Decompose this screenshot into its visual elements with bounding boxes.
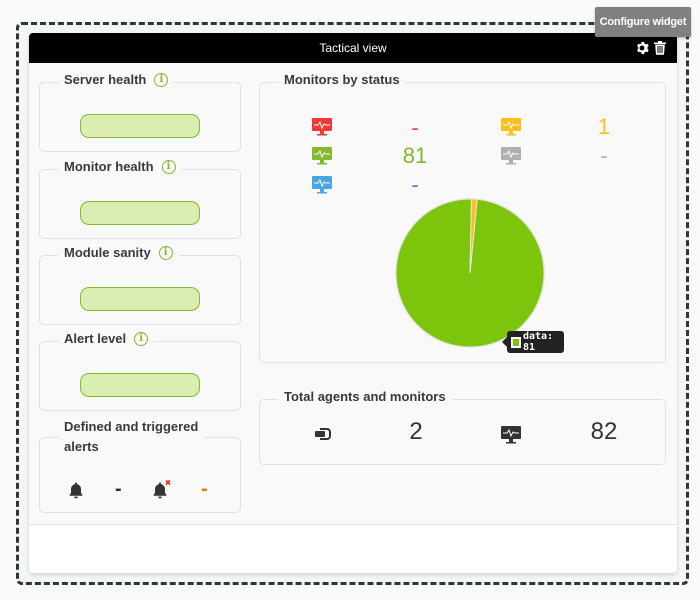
panel-title: Total agents and monitors [284,389,446,404]
monitor-icon [501,426,521,449]
defined-alerts-value: - [115,478,122,500]
tooltip-swatch [511,336,521,348]
panel-title: Alert level [64,331,127,346]
monitor-health-bar [80,201,200,225]
alert-level-bar [80,373,200,397]
panel-title: Monitor health [64,159,154,174]
alerts-panel: Defined and triggered alerts - - [39,418,241,513]
triggered-alerts-value: - [201,478,208,500]
monitors-by-status-panel: Monitors by status - 1 81 - - [259,72,666,363]
panel-title-line1: Defined and triggered [64,419,199,434]
totals-panel: Total agents and monitors 2 82 [259,389,666,465]
agent-icon [313,426,333,447]
alert-level-panel: Alert level i [39,331,241,411]
panel-title: Monitors by status [284,72,400,87]
warning-count: 1 [597,114,611,139]
monitor-health-panel: Monitor health i [39,159,241,239]
triggered-bell-icon [152,479,172,504]
server-health-bar [80,114,200,138]
monitors-pie-chart [395,198,545,348]
pie-tooltip: data: 81 [502,331,564,353]
agents-count: 2 [409,418,423,445]
configure-widget-tooltip: Configure widget [595,7,691,37]
info-icon[interactable]: i [161,159,176,174]
tactical-view-widget: Tactical view Server health i Monitor hea… [29,33,677,573]
normal-count: 81 [402,143,428,168]
panel-title: Server health [64,72,147,87]
widget-body: Server health i Monitor health i Module sa… [29,63,677,525]
trash-icon[interactable] [653,40,667,56]
monitor-warning-icon [501,118,521,141]
module-sanity-panel: Module sanity i [39,245,241,325]
bell-icon [68,482,84,504]
monitors-count: 82 [590,418,618,445]
monitor-unknown-icon [501,147,521,170]
widget-header: Tactical view [29,33,677,63]
panel-title: Module sanity [64,245,151,260]
info-icon[interactable]: i [158,245,173,260]
tooltip-text: data: 81 [522,331,554,353]
widget-title: Tactical view [319,41,387,55]
info-icon[interactable]: i [154,72,169,87]
server-health-panel: Server health i [39,72,241,152]
monitor-critical-icon [312,118,332,141]
unknown-count: - [600,143,608,168]
panel-title-line2: alerts [64,439,99,454]
monitor-normal-icon [312,147,332,170]
critical-count: - [411,115,419,140]
module-sanity-bar [80,287,200,311]
info-icon[interactable]: i [134,331,149,346]
gear-icon[interactable] [635,40,649,56]
monitor-notinit-icon [312,176,332,199]
